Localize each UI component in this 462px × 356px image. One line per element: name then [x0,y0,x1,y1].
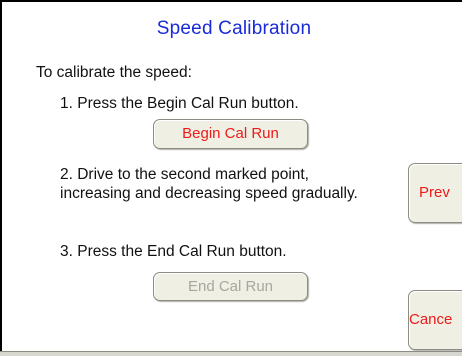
step-3-text: 3. Press the End Cal Run button. [60,243,287,260]
speed-calibration-screen: Speed Calibration To calibrate the speed… [0,0,462,356]
cancel-button[interactable]: Cance [408,290,462,350]
step-1-text: 1. Press the Begin Cal Run button. [60,95,299,112]
instructions-intro: To calibrate the speed: [36,64,192,81]
begin-cal-run-button[interactable]: Begin Cal Run [153,119,308,149]
prev-button[interactable]: Prev [408,163,462,223]
end-cal-run-button: End Cal Run [153,272,308,301]
bottom-tab-strip [0,351,462,356]
page-title: Speed Calibration [156,18,312,39]
step-2-text: 2. Drive to the second marked point, inc… [60,166,358,202]
